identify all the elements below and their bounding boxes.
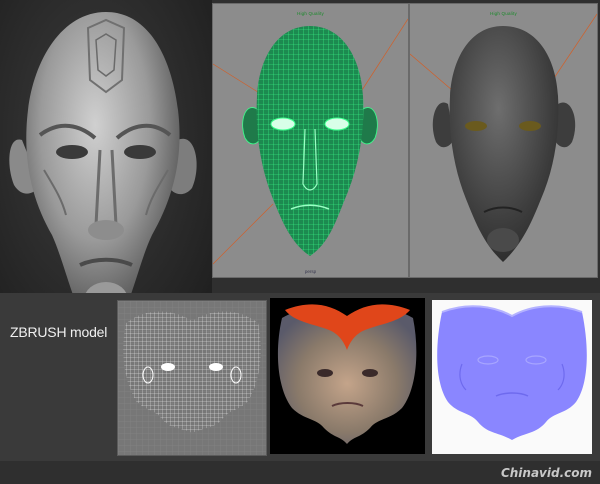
sculpted-head-image (9, 12, 197, 335)
sculpt-render-panel (0, 0, 212, 340)
wireframe-head-mesh (213, 18, 408, 265)
viewport-caption: High Quality (297, 11, 324, 16)
color-map-image (277, 304, 417, 444)
normal-map-image (437, 305, 587, 440)
viewport-caption: High Quality (490, 11, 517, 16)
shaded-head-render (410, 13, 597, 262)
wireframe-viewport[interactable]: High Quality persp (212, 3, 409, 278)
uv-layout-image (118, 301, 266, 455)
shaded-viewport[interactable]: High Quality (409, 3, 598, 278)
zbrush-model-label: ZBRUSH model (10, 324, 108, 340)
viewport-footer: persp (304, 269, 317, 274)
color-texture-map (270, 298, 425, 454)
normal-map (432, 300, 592, 454)
uv-wireframe-map (117, 300, 267, 456)
watermark: Chinavid.com (500, 466, 592, 480)
